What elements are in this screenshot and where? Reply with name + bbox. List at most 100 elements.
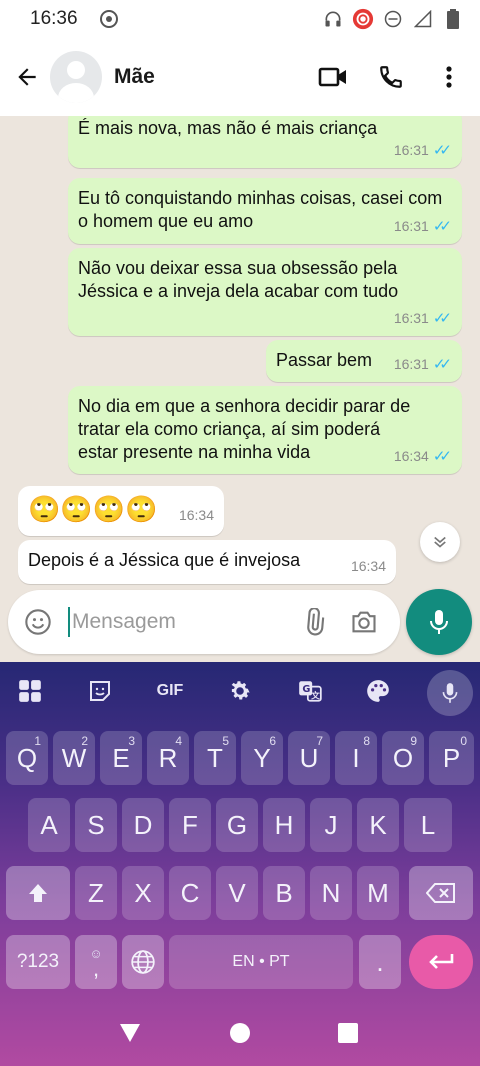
key-a[interactable]: A	[28, 798, 70, 852]
comma-key[interactable]: ☺ ,	[75, 935, 117, 989]
key-hint: 4	[175, 734, 182, 748]
comma-label: ,	[92, 955, 100, 981]
attach-button[interactable]	[296, 604, 332, 640]
grid-icon	[19, 680, 41, 702]
screen-record-icon	[99, 10, 118, 28]
key-q[interactable]: Q1	[6, 731, 48, 785]
message-bubble[interactable]: Passar bem 16:31 ✓✓	[266, 340, 462, 382]
message-meta: 16:34	[351, 555, 386, 578]
key-hint: 3	[128, 734, 135, 748]
key-m[interactable]: M	[357, 866, 399, 920]
camera-button[interactable]	[346, 604, 382, 640]
theme-button[interactable]	[358, 672, 398, 710]
message-list[interactable]: É mais nova, mas não é mais criança 16:3…	[0, 116, 480, 588]
contact-name[interactable]: Mãe	[114, 65, 155, 89]
video-call-button[interactable]	[314, 58, 352, 96]
key-o[interactable]: O9	[382, 731, 424, 785]
enter-key[interactable]	[409, 935, 473, 989]
key-c[interactable]: C	[169, 866, 211, 920]
message-input[interactable]: Mensagem	[68, 607, 288, 637]
keyboard-settings-button[interactable]	[220, 672, 260, 710]
key-u[interactable]: U7	[288, 731, 330, 785]
phone-icon	[380, 66, 402, 88]
emoji-button[interactable]	[20, 604, 56, 640]
enter-arrow-icon	[429, 954, 454, 969]
avatar-body-icon	[58, 83, 94, 103]
key-i[interactable]: I8	[335, 731, 377, 785]
key-f[interactable]: F	[169, 798, 211, 852]
message-meta: 16:31 ✓✓	[394, 215, 452, 238]
read-ticks-icon: ✓✓	[432, 218, 452, 235]
nav-back-button[interactable]	[118, 1022, 142, 1049]
back-button[interactable]	[4, 54, 50, 100]
key-s[interactable]: S	[75, 798, 117, 852]
key-hint: 5	[222, 734, 229, 748]
message-time: 16:34	[350, 558, 386, 574]
more-options-button[interactable]	[430, 58, 468, 96]
message-bubble[interactable]: É mais nova, mas não é mais criança 16:3…	[68, 116, 462, 168]
message-bubble[interactable]: Depois é a Jéssica que é invejosa 16:34	[18, 540, 396, 584]
key-p[interactable]: P0	[429, 731, 474, 785]
avatar[interactable]	[50, 51, 102, 103]
globe-icon	[131, 950, 155, 974]
message-bubble[interactable]: Eu tô conquistando minhas coisas, casei …	[68, 178, 462, 244]
gif-button[interactable]: GIF	[150, 672, 190, 710]
key-n[interactable]: N	[310, 866, 352, 920]
chat-header: Mãe	[0, 38, 480, 116]
key-d[interactable]: D	[122, 798, 164, 852]
key-w[interactable]: W2	[53, 731, 95, 785]
scroll-to-bottom-button[interactable]	[420, 522, 460, 562]
keyboard-voice-button[interactable]	[427, 670, 473, 716]
message-bubble[interactable]: No dia em que a senhora decidir parar de…	[68, 386, 462, 474]
voice-message-button[interactable]	[406, 589, 472, 655]
read-ticks-icon: ✓✓	[432, 142, 452, 159]
read-ticks-icon: ✓✓	[432, 356, 452, 373]
key-e[interactable]: E3	[100, 731, 142, 785]
key-b[interactable]: B	[263, 866, 305, 920]
key-hint: 8	[363, 734, 370, 748]
key-label: Y	[253, 742, 271, 773]
period-key[interactable]: .	[359, 935, 401, 989]
message-bubble[interactable]: Não vou deixar essa sua obsessão pela Jé…	[68, 248, 462, 336]
key-g[interactable]: G	[216, 798, 258, 852]
message-time: 16:31	[393, 310, 429, 326]
key-label: P	[442, 742, 461, 773]
message-text: Depois é a Jéssica que é invejosa	[28, 550, 301, 570]
symbols-key[interactable]: ?123	[6, 935, 70, 989]
translate-button[interactable]: G文	[290, 672, 330, 710]
translate-icon: G文	[299, 681, 322, 702]
sticker-button[interactable]	[80, 672, 120, 710]
key-l[interactable]: L	[404, 798, 452, 852]
nav-home-button[interactable]	[229, 1022, 251, 1049]
key-z[interactable]: Z	[75, 866, 117, 920]
key-t[interactable]: T5	[194, 731, 236, 785]
language-key[interactable]	[122, 935, 164, 989]
backspace-key[interactable]	[409, 866, 473, 920]
space-bar[interactable]: EN • PT	[169, 935, 353, 989]
triangle-back-icon	[120, 1024, 140, 1042]
key-v[interactable]: V	[216, 866, 258, 920]
gear-icon	[231, 681, 250, 700]
apps-grid-button[interactable]	[10, 672, 50, 710]
shift-key[interactable]	[6, 866, 70, 920]
square-recents-icon	[338, 1023, 358, 1043]
voice-call-button[interactable]	[372, 58, 410, 96]
key-j[interactable]: J	[310, 798, 352, 852]
paperclip-icon	[307, 608, 325, 636]
key-r[interactable]: R4	[147, 731, 189, 785]
key-label: T	[207, 742, 223, 773]
message-bubble[interactable]: 🙄🙄🙄🙄 16:34	[18, 486, 224, 536]
key-label: E	[112, 742, 130, 773]
key-h[interactable]: H	[263, 798, 305, 852]
read-ticks-icon: ✓✓	[432, 310, 452, 327]
palette-icon	[367, 680, 389, 702]
message-text: No dia em que a senhora decidir parar de…	[78, 396, 411, 462]
key-x[interactable]: X	[122, 866, 164, 920]
key-hint: 9	[410, 734, 417, 748]
key-k[interactable]: K	[357, 798, 399, 852]
camera-icon	[352, 611, 376, 633]
microphone-icon	[430, 610, 448, 634]
nav-recents-button[interactable]	[338, 1023, 358, 1048]
message-meta: 16:31 ✓✓	[394, 307, 452, 330]
key-y[interactable]: Y6	[241, 731, 283, 785]
